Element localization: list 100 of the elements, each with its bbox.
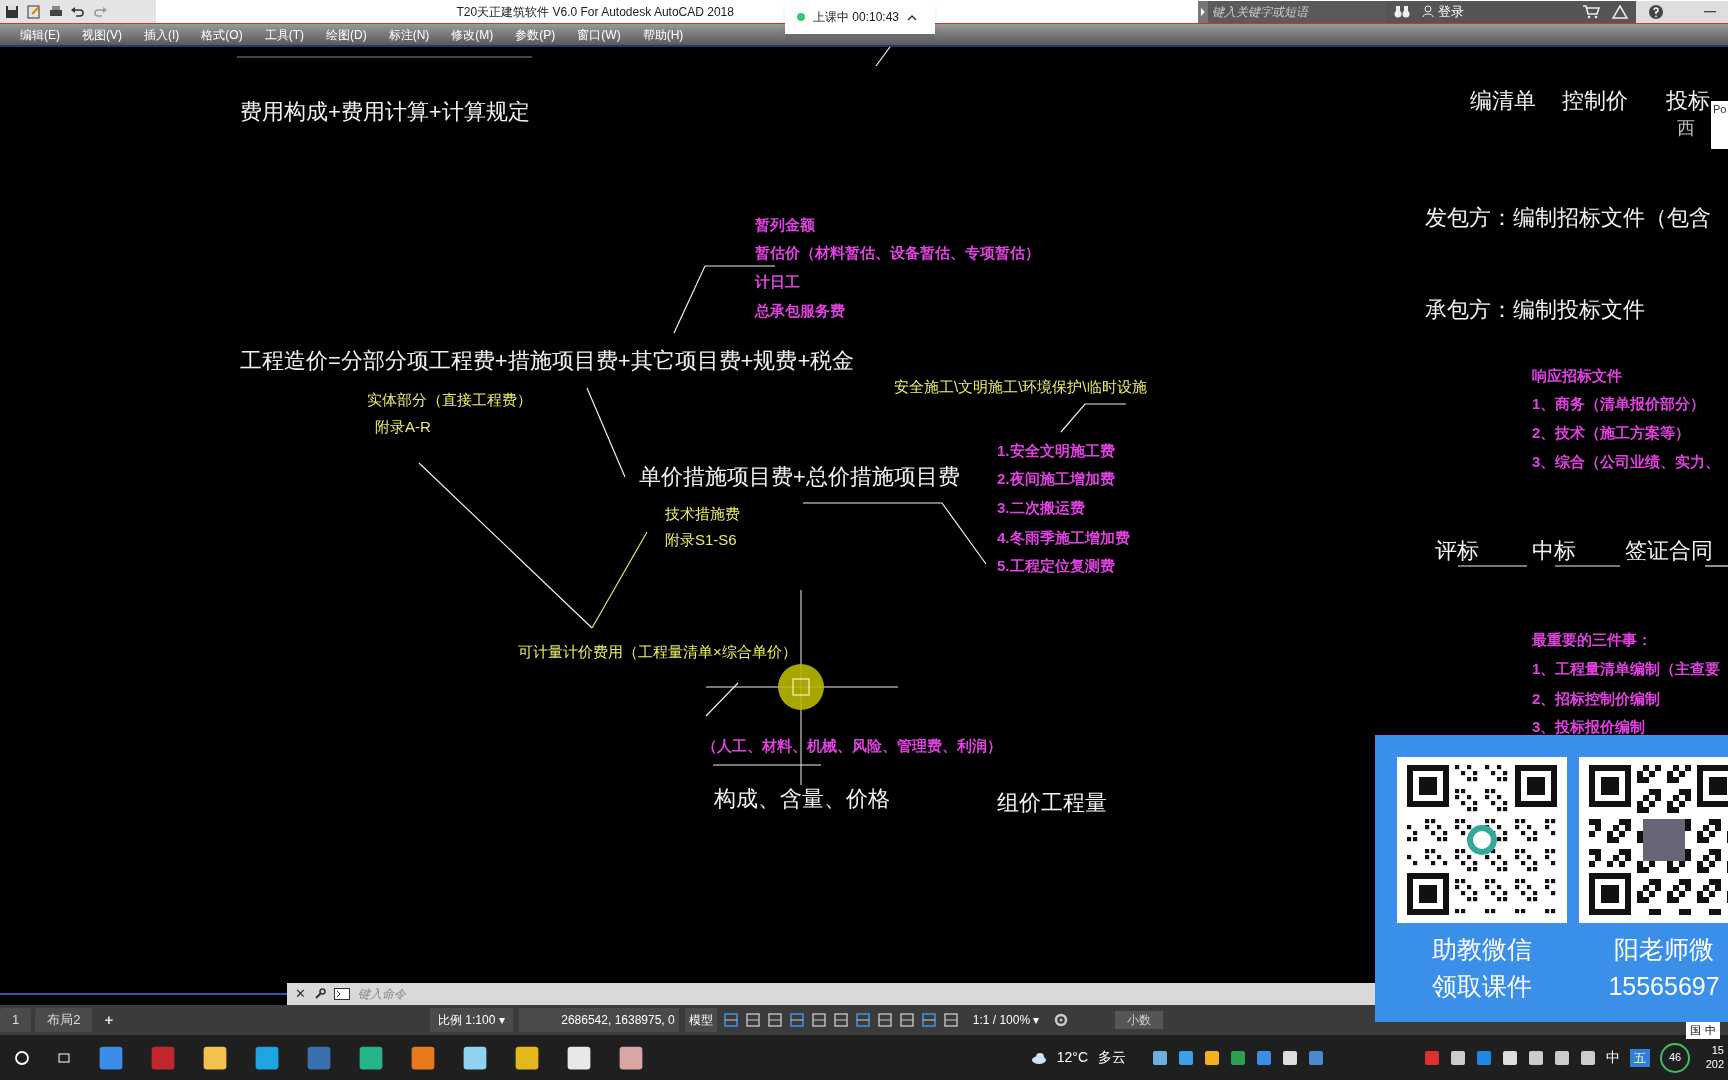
menu-item[interactable]: 绘图(D) [326, 25, 367, 44]
wrench-icon[interactable] [314, 988, 326, 1000]
leader-line [1457, 565, 1528, 567]
drawing-text: 4.冬雨季施工增加费 [997, 529, 1130, 545]
clock-date: 202 [1705, 1057, 1724, 1072]
menu-item[interactable]: 帮助(H) [642, 25, 684, 44]
triangle-icon[interactable] [1612, 4, 1628, 19]
progress-badge: 46 [1660, 1042, 1690, 1073]
leader-line [875, 47, 891, 67]
ime-mode[interactable]: 五 [1630, 1048, 1650, 1067]
window-title: T20天正建筑软件 V6.0 For Autodesk AutoCAD 2018 [456, 3, 734, 21]
layout-tab[interactable]: 1 [0, 1008, 32, 1032]
timer-text: 上课中 00:10:43 [813, 9, 900, 26]
qr-caption: 阳老师微 [1614, 934, 1714, 965]
drawing-text: 评标 [1435, 540, 1479, 562]
drawing-text: 编清单 [1470, 90, 1536, 112]
menu-item[interactable]: 插入(I) [144, 25, 180, 44]
drawing-text: 总承包服务费 [755, 302, 845, 318]
annotation-scale-dropdown[interactable]: 1:1 / 100% ▾ [964, 1011, 1048, 1029]
drawing-text: 1.安全文明施工费 [997, 442, 1115, 458]
drawing-text: 签证合同 [1625, 540, 1713, 562]
leader-line [1060, 403, 1127, 433]
layout-tab[interactable]: 布局2 [35, 1008, 93, 1032]
drawing-text: 费用构成+费用计算+计算规定 [240, 101, 530, 123]
ime-indicator[interactable]: 国 [1690, 1022, 1701, 1039]
drawing-text: 可计量计价费用（工程量清单×综合单价） [518, 643, 797, 659]
drawing-text: 附录S1-S6 [665, 531, 737, 547]
help-icon[interactable] [1648, 3, 1664, 20]
save-icon[interactable] [4, 3, 20, 20]
cart-icon[interactable] [1582, 4, 1600, 19]
app-icon[interactable] [462, 1044, 488, 1071]
menu-item[interactable]: 工具(T) [264, 25, 304, 44]
binoculars-icon[interactable] [1393, 4, 1410, 19]
tray-icon[interactable] [1204, 1049, 1220, 1066]
drawing-text: 西 [1677, 119, 1695, 137]
menu-item[interactable]: 参数(P) [515, 25, 556, 44]
add-tab-button[interactable]: + [96, 1008, 122, 1032]
leader-line [1554, 565, 1621, 567]
tray-icon[interactable] [1424, 1049, 1440, 1066]
tray-icon[interactable] [1230, 1049, 1246, 1066]
scale-dropdown[interactable]: 比例 1:100 ▾ [430, 1008, 513, 1032]
popup-fragment: Po [1711, 101, 1728, 149]
drawing-text: 最重要的三件事： [1532, 631, 1652, 647]
model-space-button[interactable]: 模型 [684, 1008, 717, 1032]
menu-item[interactable]: 标注(N) [388, 25, 430, 44]
drawing-text: 单价措施项目费+总价措施项目费 [639, 466, 960, 488]
search-field[interactable]: 键入关键字或短语 [1207, 0, 1386, 23]
drawing-text: 承包方：编制投标文件 [1425, 299, 1645, 321]
qr-caption: 15565697 [1608, 971, 1720, 1002]
drawing-text: 1、商务（清单报价部分） [1532, 395, 1706, 411]
weather-text: 多云 [1098, 1048, 1126, 1067]
menu-item[interactable]: 视图(V) [82, 25, 122, 44]
temperature-text: 12°C [1056, 1048, 1088, 1067]
menu-item[interactable]: 编辑(E) [20, 25, 60, 44]
command-input[interactable]: 键入命令 [358, 985, 658, 1003]
app-icon[interactable] [618, 1044, 644, 1071]
leader-line [1704, 565, 1728, 567]
user-icon [1421, 5, 1434, 18]
close-icon[interactable]: ✕ [295, 984, 306, 1004]
app-icon[interactable] [410, 1044, 436, 1071]
drawing-text: 计日工 [755, 273, 800, 289]
leader-line [705, 682, 739, 717]
sign-in-link[interactable]: 登录 [1421, 1, 1464, 22]
drawing-text: 3.二次搬运费 [997, 499, 1085, 515]
app-icon[interactable] [98, 1044, 124, 1071]
drawing-text: 构成、含量、价格 [714, 788, 890, 810]
drawing-text: （人工、材料、机械、风险、管理费、利润） [702, 737, 1002, 753]
status-dot-icon [797, 13, 805, 21]
drawing-text: 暂估价（材料暂估、设备暂估、专项暂估） [755, 244, 1040, 260]
tray-icon[interactable] [1178, 1049, 1194, 1066]
drawing-text: 实体部分（直接工程费） [367, 391, 532, 407]
tray-icon[interactable] [1308, 1049, 1324, 1066]
settings-icon[interactable] [1053, 1012, 1070, 1028]
prompt-icon[interactable] [334, 988, 350, 1000]
drawing-text: 中标 [1532, 540, 1576, 562]
drawing-text: 3、综合（公司业绩、实力、 [1532, 453, 1721, 469]
app-icon[interactable] [358, 1044, 384, 1071]
qr-caption: 领取课件 [1432, 971, 1532, 1002]
drawing-text: 2、技术（施工方案等） [1532, 424, 1691, 440]
menu-item[interactable]: 窗口(W) [577, 25, 621, 44]
edit-icon[interactable] [26, 3, 42, 20]
drawing-text: 附录A-R [375, 418, 431, 434]
drawing-text: 控制价 [1562, 90, 1628, 112]
clock-time: 15 [1711, 1043, 1724, 1058]
drawing-text: 暂列金额 [755, 216, 815, 232]
drawing-text: 响应招标文件 [1532, 367, 1622, 383]
units-dropdown[interactable]: 小数 [1115, 1011, 1164, 1029]
menu-item[interactable]: 格式(O) [201, 25, 243, 44]
drawing-text: 安全施工\文明施工\环境保护\临时设施 [894, 378, 1147, 394]
drawing-text: 2、招标控制价编制 [1532, 690, 1661, 706]
search-icon[interactable] [14, 1049, 30, 1066]
ime-text[interactable]: 中 [1606, 1047, 1620, 1068]
menu-item[interactable]: 修改(M) [451, 25, 494, 44]
tray-icon[interactable] [1476, 1049, 1492, 1066]
tray-icon[interactable] [1152, 1049, 1168, 1066]
chevron-up-icon[interactable] [907, 13, 918, 21]
drawing-text: 3、投标报价编制 [1532, 718, 1646, 734]
ime-indicator[interactable]: 中 [1705, 1022, 1716, 1039]
drawing-text: 2.夜间施工增加费 [997, 470, 1115, 486]
drawing-text: 投标 [1666, 90, 1710, 112]
